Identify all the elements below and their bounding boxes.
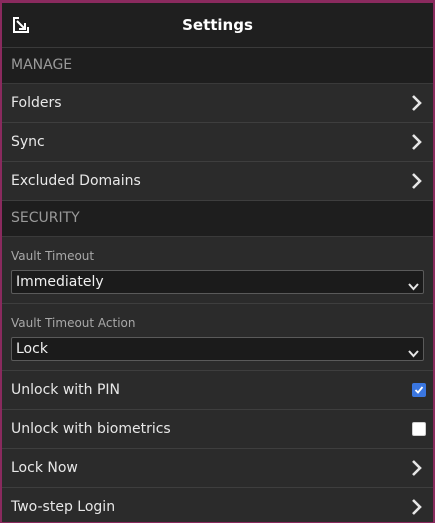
vault-timeout-action-select[interactable]: Lock xyxy=(11,337,424,361)
unlock-with-pin-row[interactable]: Unlock with PIN xyxy=(2,371,433,410)
unlock-with-biometrics-checkbox[interactable] xyxy=(412,422,426,436)
chevron-down-icon xyxy=(408,277,419,291)
vault-timeout-field: Vault Timeout Immediately xyxy=(2,237,433,304)
unlock-with-pin-checkbox[interactable] xyxy=(412,383,426,397)
section-heading-manage: MANAGE xyxy=(2,48,433,84)
settings-item-label: Lock Now xyxy=(11,460,78,476)
header-bar: Settings xyxy=(2,3,433,48)
vault-timeout-action-value: Lock xyxy=(16,341,48,357)
chevron-right-icon xyxy=(411,460,423,476)
vault-timeout-value: Immediately xyxy=(16,274,104,290)
settings-item-label: Sync xyxy=(11,134,45,150)
unlock-with-biometrics-label: Unlock with biometrics xyxy=(11,421,171,437)
vault-timeout-action-field: Vault Timeout Action Lock xyxy=(2,304,433,371)
settings-item-label: Two-step Login xyxy=(11,499,116,515)
settings-item-lock-now[interactable]: Lock Now xyxy=(2,449,433,488)
settings-item-folders[interactable]: Folders xyxy=(2,84,433,123)
page-title: Settings xyxy=(182,16,253,34)
chevron-down-icon xyxy=(408,344,419,358)
settings-item-excluded-domains[interactable]: Excluded Domains xyxy=(2,162,433,201)
vault-timeout-action-label: Vault Timeout Action xyxy=(11,316,136,330)
settings-panel: Settings MANAGE Folders Sync Excluded Do… xyxy=(2,3,433,522)
settings-item-two-step-login[interactable]: Two-step Login xyxy=(2,488,433,522)
section-heading-security: SECURITY xyxy=(2,201,433,237)
chevron-right-icon xyxy=(411,134,423,150)
chevron-right-icon xyxy=(411,499,423,515)
settings-item-label: Folders xyxy=(11,95,62,111)
unlock-with-pin-label: Unlock with PIN xyxy=(11,382,121,398)
settings-item-sync[interactable]: Sync xyxy=(2,123,433,162)
vault-timeout-select[interactable]: Immediately xyxy=(11,270,424,294)
unlock-with-biometrics-row[interactable]: Unlock with biometrics xyxy=(2,410,433,449)
settings-item-label: Excluded Domains xyxy=(11,173,141,189)
vault-timeout-label: Vault Timeout xyxy=(11,249,95,263)
chevron-right-icon xyxy=(411,95,423,111)
chevron-right-icon xyxy=(411,173,423,189)
